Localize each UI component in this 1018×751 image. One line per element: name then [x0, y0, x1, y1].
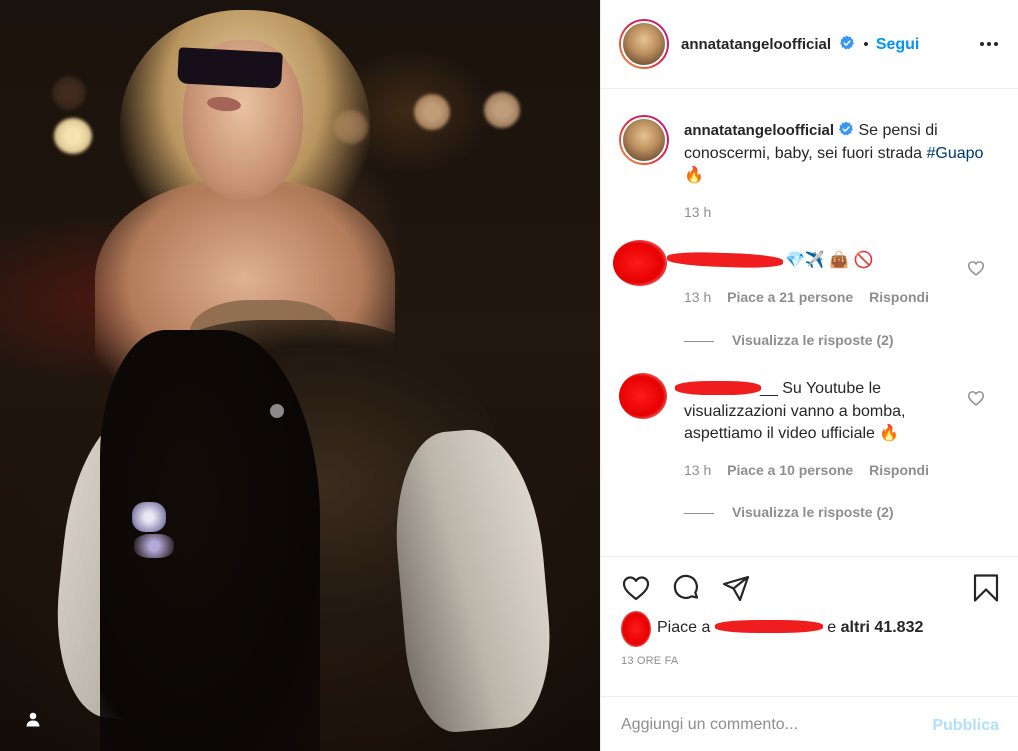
view-replies-button[interactable]: Visualizza le risposte (2) [684, 504, 894, 520]
likes-conjunction: e [827, 619, 837, 636]
comment-heart-icon[interactable] [967, 260, 985, 276]
comment-meta: 13 h Piace a 10 persone Rispondi [684, 462, 941, 478]
more-icon[interactable] [977, 34, 1001, 54]
follow-button[interactable]: Segui [876, 36, 920, 53]
publish-button[interactable]: Pubblica [932, 717, 999, 735]
caption-emoji: 🔥 [684, 167, 704, 184]
reply-button[interactable]: Rispondi [869, 289, 929, 305]
username-link[interactable]: annatatangeloofficial [681, 36, 831, 53]
post-time[interactable]: 13 ORE FA [621, 655, 678, 667]
comment-likes[interactable]: Piace a 10 persone [727, 462, 853, 478]
username-link[interactable]: annatatangeloofficial [684, 122, 834, 139]
photo-subject-sunglasses [177, 47, 283, 89]
share-icon[interactable] [721, 573, 751, 603]
post-author: annatatangeloofficial • Segui [681, 35, 919, 54]
likes-count-link[interactable]: altri 41.832 [841, 619, 924, 636]
bokeh-light [414, 94, 450, 130]
post-actions: Piace a e altri 41.832 13 ORE FA [601, 556, 1018, 696]
comment-likes[interactable]: Piace a 21 persone [727, 289, 853, 305]
avatar[interactable] [613, 240, 667, 286]
redacted-username[interactable] [666, 250, 784, 270]
caption-text: annatatangeloofficial Se pensi di conosc… [684, 120, 984, 188]
avatar[interactable] [621, 611, 651, 647]
photo-camera-light [134, 534, 174, 558]
view-replies-label: Visualizza le risposte (2) [732, 504, 894, 520]
divider [684, 340, 714, 342]
post-header: annatatangeloofficial • Segui [601, 0, 1018, 89]
likes-summary: Piace a e altri 41.832 [657, 619, 923, 637]
bokeh-light [52, 76, 86, 110]
tag-user-icon[interactable] [20, 706, 46, 732]
hashtag-link[interactable]: #Guapo [926, 145, 983, 162]
redacted-username[interactable] [675, 381, 761, 395]
bookmark-icon[interactable] [971, 573, 1001, 603]
divider [684, 512, 714, 514]
add-comment-bar: Pubblica [601, 696, 1018, 751]
photo-camera-light [132, 502, 166, 532]
comment-heart-icon[interactable] [967, 390, 985, 406]
comment-icon[interactable] [671, 573, 701, 603]
comment-text: 💎✈️ 👜 🚫 [785, 252, 874, 269]
photo-subject-pants [387, 424, 558, 736]
post-photo[interactable] [0, 0, 600, 751]
verified-icon [840, 35, 855, 50]
photo-camera-silhouette [100, 330, 320, 751]
bokeh-light [54, 118, 92, 154]
username-fragment[interactable]: __ [760, 380, 778, 397]
bokeh-light [484, 92, 520, 128]
separator-dot: • [863, 36, 869, 53]
verified-icon [839, 121, 853, 136]
comment-meta: 13 h Piace a 21 persone Rispondi [684, 289, 941, 305]
post-side-panel: annatatangeloofficial • Segui annatatang… [600, 0, 1018, 751]
reply-button[interactable]: Rispondi [869, 462, 929, 478]
likes-prefix: Piace a [657, 619, 711, 636]
photo-camera-dot [270, 404, 284, 418]
view-replies-label: Visualizza le risposte (2) [732, 332, 894, 348]
heart-icon[interactable] [621, 573, 651, 603]
comments-section[interactable]: annatatangeloofficial Se pensi di conosc… [601, 90, 1018, 556]
avatar[interactable] [619, 19, 669, 69]
comment-time[interactable]: 13 h [684, 462, 711, 478]
avatar[interactable] [619, 373, 667, 419]
view-replies-button[interactable]: Visualizza le risposte (2) [684, 332, 894, 348]
caption-time[interactable]: 13 h [684, 204, 711, 220]
avatar[interactable] [619, 115, 669, 165]
comment-input[interactable] [621, 709, 921, 741]
comment-time[interactable]: 13 h [684, 289, 711, 305]
redacted-username[interactable] [714, 620, 823, 633]
